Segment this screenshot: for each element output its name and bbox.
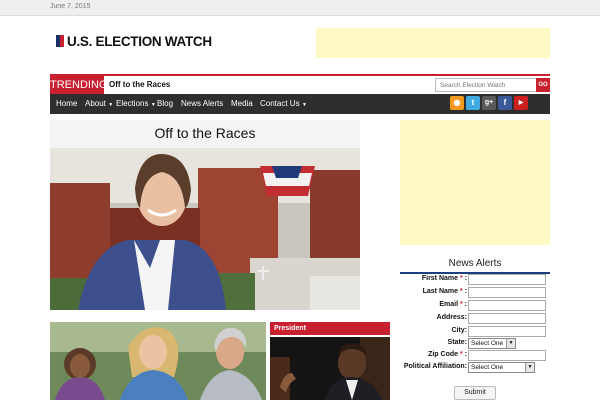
first-name-label: First Name * : [421,275,467,282]
president-story-thumbnail[interactable] [270,337,390,400]
first-name-field[interactable] [468,274,546,285]
address-row: Address: [400,313,550,325]
address-field[interactable] [468,313,546,324]
state-select[interactable]: Select One ▼ [468,338,516,349]
googleplus-icon[interactable]: g+ [482,96,496,110]
email-label: Email * : [439,301,467,308]
site-logo[interactable]: U.S. ELECTION WATCH [56,33,212,49]
chevron-down-icon: ▼ [525,363,534,372]
nav-item-news-alerts[interactable]: News Alerts [181,94,223,114]
facebook-icon[interactable]: f [498,96,512,110]
story-thumbnail[interactable] [50,322,266,400]
search-go-button[interactable]: GO [536,78,550,92]
email-row: Email * : [400,300,550,312]
sidebar-ad [400,120,550,245]
top-bar: June 7, 2015 [0,0,600,16]
nav-item-about[interactable]: About ▼ [85,94,113,114]
zip-code-field[interactable] [468,350,546,361]
city-field[interactable] [468,326,546,337]
banner-ad [316,28,550,58]
trending-bar: TRENDING Off to the Races GO [50,74,550,94]
city-row: City: [400,326,550,338]
main-nav: Home About ▼ Elections ▼ Blog News Alert… [50,94,550,114]
last-name-row: Last Name * : [400,287,550,299]
city-label: City: [451,327,467,334]
zip-code-row: Zip Code * : [400,350,550,362]
address-label: Address: [436,314,467,321]
state-label: State: [447,339,467,346]
last-name-label: Last Name * : [422,288,467,295]
nav-item-contact-us[interactable]: Contact Us ▼ [260,94,307,114]
nav-item-media[interactable]: Media [231,94,253,114]
political-affiliation-label: Political Affiliation: [403,363,467,370]
flag-icon [56,35,64,47]
nav-item-home[interactable]: Home [56,94,77,114]
submit-button[interactable]: Submit [454,386,496,400]
news-alerts-heading: News Alerts [448,258,502,269]
zip-code-label: Zip Code * : [428,351,467,358]
search-input[interactable] [435,78,537,92]
current-date: June 7, 2015 [50,3,91,10]
chevron-down-icon: ▼ [506,339,515,348]
email-field[interactable] [468,300,546,311]
news-alerts-form: News Alerts First Name * : Last Name * :… [400,256,550,400]
rss-icon[interactable]: ◉ [450,96,464,110]
chevron-down-icon: ▼ [106,102,114,108]
chevron-down-icon: ▼ [300,102,307,108]
first-name-row: First Name * : [400,274,550,286]
trending-headline[interactable]: Off to the Races [109,80,170,89]
trending-label: TRENDING [50,76,107,94]
chevron-down-icon: ▼ [149,102,156,108]
logo-text: U.S. ELECTION WATCH [67,33,212,49]
state-row: State: Select One ▼ [400,338,550,350]
political-affiliation-select[interactable]: Select One ▼ [468,362,535,373]
featured-story[interactable]: Off to the Races [50,120,360,310]
nav-item-elections[interactable]: Elections ▼ [116,94,156,114]
twitter-icon[interactable]: t [466,96,480,110]
nav-item-blog[interactable]: Blog [157,94,173,114]
youtube-icon[interactable]: ▶ [514,96,528,110]
featured-title[interactable]: Off to the Races [50,125,360,141]
political-affiliation-row: Political Affiliation: Select One ▼ [400,362,550,374]
category-president-label[interactable]: President [270,322,390,335]
featured-photo[interactable] [50,148,360,310]
last-name-field[interactable] [468,287,546,298]
